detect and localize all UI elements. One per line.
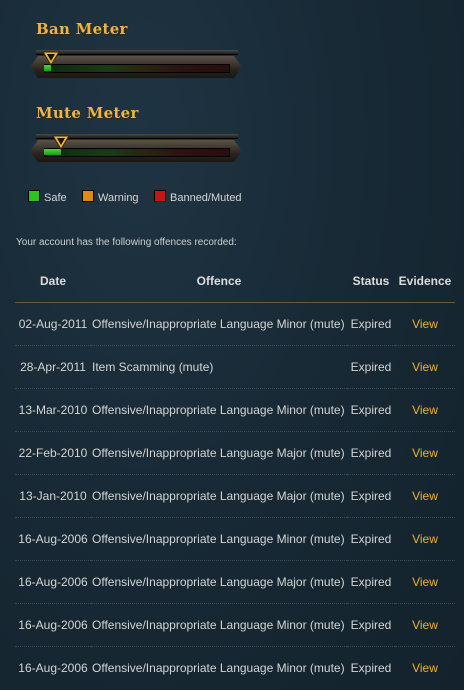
table-row: 16-Aug-2006 Offensive/Inappropriate Lang… (15, 560, 455, 604)
table-row: 13-Jan-2010 Offensive/Inappropriate Lang… (15, 474, 455, 518)
mute-meter-title: Mute Meter (36, 104, 139, 122)
ban-meter (30, 50, 242, 80)
legend-label: Safe (44, 192, 67, 204)
view-evidence-link[interactable]: View (412, 661, 438, 675)
warning-swatch-icon (82, 190, 94, 202)
offence-date: 28-Apr-2011 (15, 345, 91, 389)
legend-label: Warning (98, 192, 139, 204)
offences-intro-text: Your account has the following offences … (16, 237, 237, 248)
offence-date: 16-Aug-2006 (15, 560, 91, 604)
offence-date: 13-Jan-2010 (15, 474, 91, 518)
offence-date: 16-Aug-2006 (18, 661, 88, 675)
offence-description: Offensive/Inappropriate Language Minor (… (91, 388, 347, 432)
banned-swatch-icon (154, 190, 166, 202)
offence-date: 13-Mar-2010 (15, 388, 91, 432)
legend-label: Banned/Muted (170, 192, 242, 204)
offence-description: Offensive/Inappropriate Language Major (… (91, 474, 347, 518)
offence-description: Offensive/Inappropriate Language Minor (… (91, 302, 347, 346)
offence-status: Expired (347, 603, 395, 647)
offence-status: Expired (347, 560, 395, 604)
offence-date: 16-Aug-2006 (15, 603, 91, 647)
view-evidence-link[interactable]: View (412, 317, 438, 331)
offence-date: 22-Feb-2010 (15, 431, 91, 475)
ban-meter-title: Ban Meter (36, 20, 128, 38)
offence-status: Expired (347, 474, 395, 518)
offence-description: Offensive/Inappropriate Language Minor (… (92, 661, 345, 675)
view-evidence-link[interactable]: View (412, 446, 438, 460)
table-row: 02-Aug-2011 Offensive/Inappropriate Lang… (15, 302, 455, 346)
table-row: 16-Aug-2006 Offensive/Inappropriate Lang… (15, 517, 455, 561)
meter-track (44, 64, 230, 73)
mute-meter (30, 134, 242, 164)
date-column-header: Date (15, 260, 91, 303)
legend-item-banned-muted: Banned/Muted (154, 190, 242, 204)
view-evidence-link[interactable]: View (412, 403, 438, 417)
offences-table: Date Offence Status Evidence 02-Aug-2011… (15, 260, 455, 689)
offence-date: 02-Aug-2011 (15, 302, 91, 346)
table-row: 16-Aug-2006 Offensive/Inappropriate Lang… (15, 603, 455, 647)
offence-status: Expired (347, 302, 395, 346)
offence-description: Offensive/Inappropriate Language Minor (… (91, 603, 347, 647)
offence-description: Offensive/Inappropriate Language Minor (… (91, 517, 347, 561)
table-row: 13-Mar-2010 Offensive/Inappropriate Lang… (15, 388, 455, 432)
evidence-column-header: Evidence (395, 260, 455, 303)
offence-status: Expired (347, 517, 395, 561)
ban-meter-marker-icon (42, 51, 61, 66)
table-row: 28-Apr-2011 Item Scamming (mute) Expired… (15, 345, 455, 389)
view-evidence-link[interactable]: View (412, 575, 438, 589)
offence-description: Offensive/Inappropriate Language Major (… (91, 431, 347, 475)
legend-item-warning: Warning (82, 190, 139, 204)
table-row: 22-Feb-2010 Offensive/Inappropriate Lang… (15, 431, 455, 475)
offence-date: 16-Aug-2006 (15, 517, 91, 561)
meter-top-bar (36, 50, 238, 55)
view-evidence-link[interactable]: View (412, 360, 438, 374)
safe-swatch-icon (28, 190, 40, 202)
legend-item-safe: Safe (28, 190, 67, 204)
offence-description: Item Scamming (mute) (91, 345, 347, 389)
view-evidence-link[interactable]: View (412, 532, 438, 546)
status-column-header: Status (347, 260, 395, 303)
mute-meter-marker-icon (51, 135, 70, 150)
offence-status: Expired (347, 431, 395, 475)
meter-track (44, 148, 230, 157)
table-header-row: Date Offence Status Evidence (15, 260, 455, 303)
view-evidence-link[interactable]: View (412, 489, 438, 503)
offence-description: Offensive/Inappropriate Language Major (… (91, 560, 347, 604)
view-evidence-link[interactable]: View (412, 618, 438, 632)
offence-status: Expired (350, 661, 392, 675)
table-row: 16-Aug-2006 Offensive/Inappropriate Lang… (15, 647, 455, 690)
offence-status: Expired (347, 345, 395, 389)
offence-status: Expired (347, 388, 395, 432)
offence-column-header: Offence (91, 260, 347, 303)
